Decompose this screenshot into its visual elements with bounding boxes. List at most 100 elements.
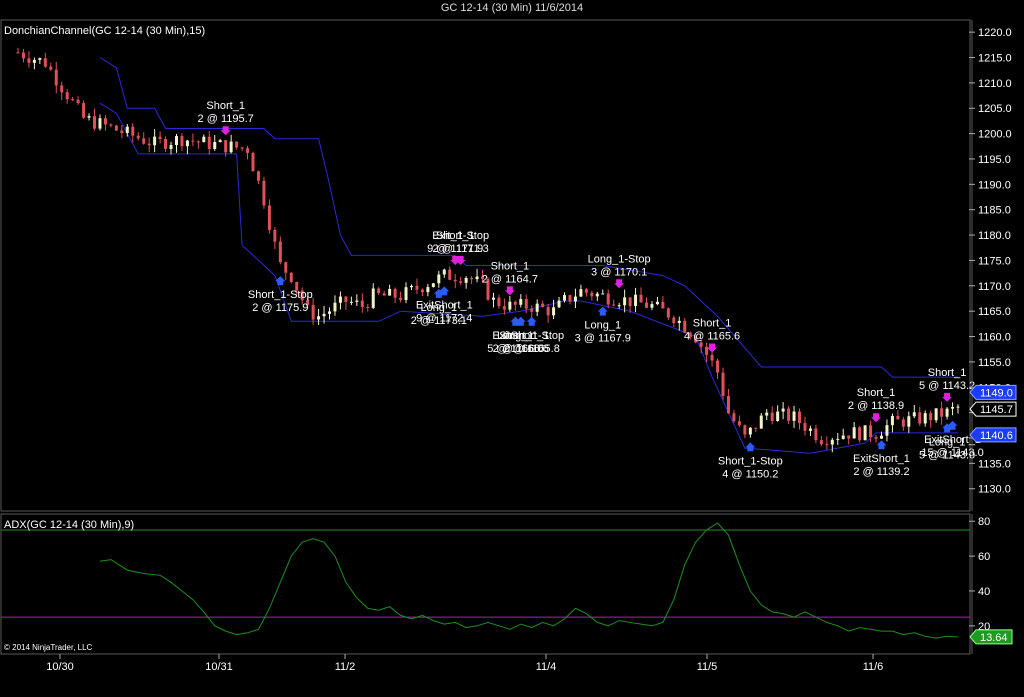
- annotation-detail: 2 @ 1171.3: [433, 243, 489, 255]
- price-bar: [901, 416, 905, 431]
- trade-annotations: Short_12 @ 1195.7Short_1-Stop2 @ 1175.9S…: [198, 100, 984, 480]
- adx-tick-label: 60: [978, 551, 990, 563]
- price-bar: [491, 292, 495, 308]
- price-bar: [158, 131, 162, 144]
- price-bar: [251, 151, 255, 172]
- adx-tick-label: 80: [978, 516, 990, 528]
- price-tick-label: 1180.0: [978, 230, 1011, 242]
- price-bar: [366, 303, 370, 312]
- annotation-detail: 4 @ 1165.6: [684, 330, 740, 342]
- price-bar: [716, 358, 720, 379]
- price-bar: [497, 294, 501, 309]
- trade-annotation: Short_15 @ 1143.2: [919, 367, 975, 402]
- price-bar: [819, 435, 823, 447]
- price-bar: [590, 290, 594, 301]
- price-bar: [573, 288, 577, 309]
- price-bar: [737, 415, 741, 427]
- annotation-detail: 2 @ 1166.6: [493, 343, 549, 355]
- annotation-name: Exit_1-Stop: [432, 230, 489, 242]
- price-bar: [207, 130, 211, 155]
- price-bar: [174, 133, 178, 153]
- annotation-name: Short_1: [857, 387, 896, 399]
- price-axis[interactable]: 1130.01135.01140.01145.01150.01155.01160…: [969, 20, 1017, 511]
- time-tick-label: 10/30: [46, 661, 74, 673]
- price-tick-label: 1205.0: [978, 103, 1012, 115]
- trade-annotation: Short_14 @ 1165.6: [684, 317, 740, 353]
- price-bar: [333, 295, 337, 316]
- long-arrow: [526, 316, 537, 326]
- price-bar: [191, 133, 195, 147]
- price-bar: [912, 405, 916, 419]
- price-bar: [420, 288, 424, 297]
- price-bar: [278, 236, 282, 265]
- long-arrow: [876, 440, 887, 450]
- price-bar: [863, 425, 867, 441]
- price-bar: [672, 315, 676, 328]
- adx-indicator-label: ADX(GC 12-14 (30 Min),9): [4, 519, 134, 531]
- adx-last-value-label: 13.64: [980, 632, 1008, 644]
- price-bar: [639, 287, 643, 303]
- annotation-name: Short_1-Stop: [718, 455, 783, 467]
- price-bar: [934, 408, 938, 423]
- price-bar: [890, 413, 894, 433]
- price-bar: [459, 276, 463, 286]
- annotation-name: ExitShort_1: [416, 299, 473, 311]
- short-arrow: [942, 392, 953, 402]
- chart-area[interactable]: Short_12 @ 1195.7Short_1-Stop2 @ 1175.9S…: [0, 0, 1024, 697]
- price-bar: [814, 424, 818, 444]
- price-marker: 1140.6: [969, 427, 1017, 443]
- price-bar: [557, 296, 561, 308]
- price-bar: [54, 62, 58, 94]
- price-bar: [541, 300, 545, 308]
- price-bar: [169, 141, 173, 155]
- price-bar: [142, 132, 146, 145]
- price-bar: [360, 293, 364, 313]
- price-bar: [655, 296, 659, 306]
- price-bar: [273, 227, 277, 250]
- price-bar: [399, 291, 403, 303]
- price-bar: [202, 134, 206, 143]
- price-bar: [240, 146, 244, 152]
- indicator-panel[interactable]: [0, 513, 971, 655]
- price-bar: [404, 282, 408, 304]
- price-bar: [442, 268, 446, 278]
- price-bar: [721, 367, 725, 400]
- price-bar: [951, 402, 955, 416]
- price-bar: [634, 287, 638, 313]
- price-bar: [136, 132, 140, 141]
- price-bar: [513, 300, 517, 311]
- adx-axis[interactable]: 2040608013.64: [969, 514, 1013, 654]
- price-bar: [87, 113, 91, 121]
- price-tick-label: 1215.0: [978, 53, 1012, 65]
- price-bar: [235, 141, 239, 150]
- short-arrow: [707, 343, 718, 353]
- time-tick-label: 11/5: [697, 661, 718, 673]
- price-bar: [27, 51, 31, 68]
- price-bar: [530, 305, 534, 319]
- price-bar: [623, 289, 627, 313]
- price-bar: [284, 261, 288, 280]
- price-bar: [705, 342, 709, 363]
- annotation-detail: 4 @ 1150.2: [722, 468, 778, 480]
- price-marker-label: 1149.0: [980, 387, 1013, 399]
- time-axis[interactable]: 10/30 10/31 11/2 11/4 11/5 11/6: [46, 654, 883, 673]
- price-tick-label: 1220.0: [978, 27, 1012, 39]
- annotation-name: ExitShort_1: [492, 330, 549, 342]
- time-tick-label: 11/6: [863, 661, 884, 673]
- price-tick-label: 1155.0: [978, 357, 1011, 369]
- price-bar: [38, 57, 42, 64]
- price-bar: [552, 299, 556, 319]
- price-bar: [787, 406, 791, 424]
- price-bar: [21, 48, 25, 63]
- price-bar: [109, 123, 113, 128]
- annotation-detail: 9 @ 1172.4: [416, 312, 472, 324]
- price-bar: [43, 52, 47, 68]
- price-bar: [196, 140, 200, 149]
- price-bar: [825, 436, 829, 450]
- annotation-name: Short_1: [206, 100, 245, 112]
- price-tick-label: 1130.0: [978, 484, 1011, 496]
- price-marker-label: 1140.6: [980, 430, 1013, 442]
- annotation-detail: 2 @ 1138.9: [848, 400, 904, 412]
- price-bar: [918, 406, 922, 426]
- price-bar: [82, 100, 86, 119]
